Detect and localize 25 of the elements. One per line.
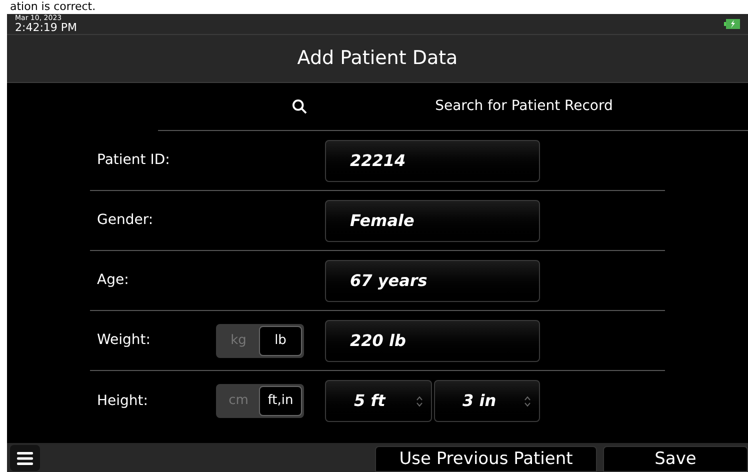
banner-text: ation is correct. <box>10 1 96 13</box>
battery-icon <box>724 19 740 29</box>
up-down-icon <box>524 396 531 406</box>
field-label: Gender: <box>96 211 154 230</box>
menu-icon <box>17 452 33 464</box>
field-label: Weight: <box>96 331 152 350</box>
unit-option[interactable]: lb <box>259 326 302 356</box>
input-field[interactable]: 22214 <box>325 140 540 182</box>
field-label: Patient ID: <box>96 151 171 170</box>
page-title: Add Patient Data <box>297 46 458 72</box>
menu-button[interactable] <box>10 445 40 471</box>
action-button[interactable]: Save <box>603 446 748 472</box>
spinner-field[interactable]: 3 in <box>434 380 540 422</box>
field-label: Height: <box>96 392 149 410</box>
input-field[interactable]: Female <box>325 200 540 242</box>
input-field[interactable]: 220 lb <box>325 320 540 362</box>
input-field[interactable]: 67 years <box>325 260 540 302</box>
action-button[interactable]: Use Previous Patient <box>375 446 597 472</box>
unit-option[interactable]: ft,in <box>259 386 302 416</box>
spinner-field[interactable]: 5 ft <box>325 380 432 422</box>
up-down-icon <box>416 396 422 406</box>
field-label: Age: <box>96 271 130 290</box>
time-text: 2:42:19 PM <box>15 22 78 33</box>
search-link[interactable]: Search for Patient Record <box>158 83 748 131</box>
search-icon <box>292 99 308 114</box>
